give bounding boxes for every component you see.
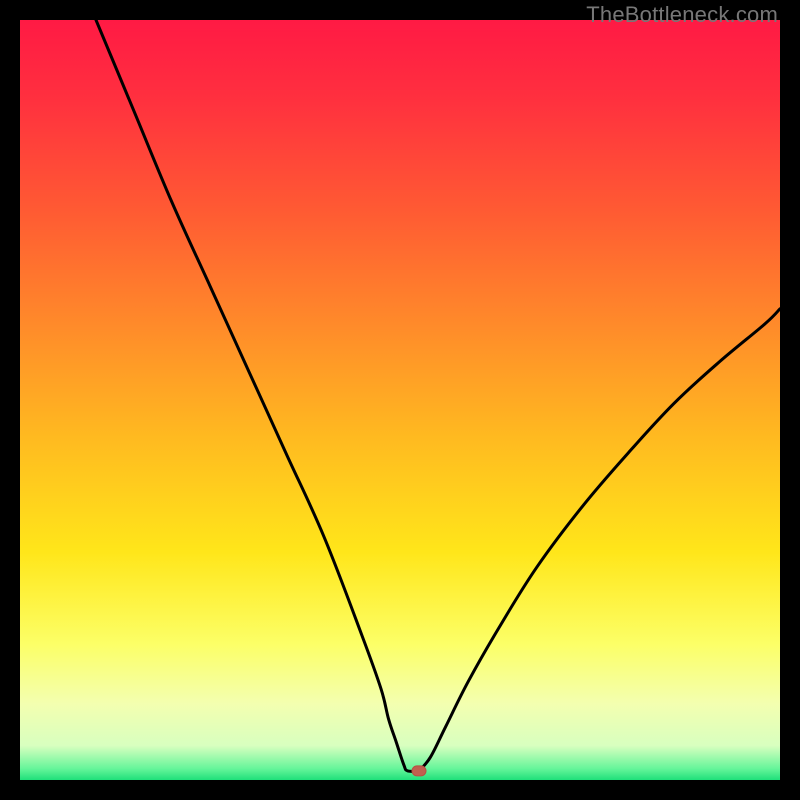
minimum-marker bbox=[412, 766, 426, 776]
watermark-text: TheBottleneck.com bbox=[586, 2, 778, 28]
gradient-background bbox=[20, 20, 780, 780]
chart-frame bbox=[20, 20, 780, 780]
bottleneck-chart bbox=[20, 20, 780, 780]
